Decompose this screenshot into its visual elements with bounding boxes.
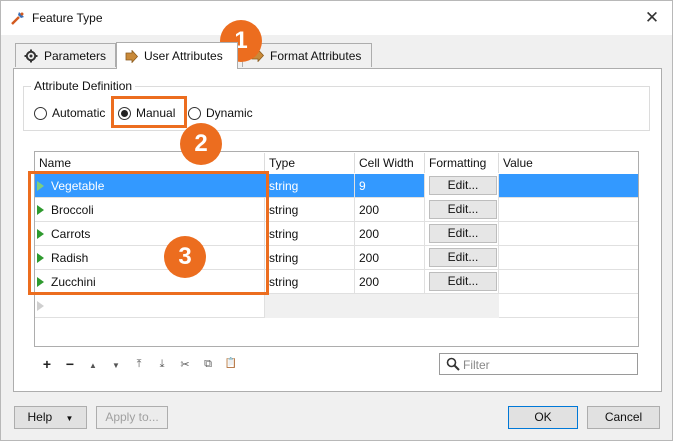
help-button-label: Help [27,410,53,424]
cell-formatting: Edit... [425,270,499,294]
cell-type[interactable]: string [265,246,355,270]
edit-formatting-button[interactable]: Edit... [429,248,497,267]
feature-type-dialog: Feature Type ✕ Parameters User Attribute… [0,0,673,441]
annotation-box-manual [111,96,187,128]
radio-dynamic-circle[interactable] [188,106,201,120]
column-header-cell-width[interactable]: Cell Width [355,153,425,173]
cell-type[interactable]: string [265,198,355,222]
radio-automatic[interactable]: Automatic [34,106,105,120]
cell-value[interactable] [499,294,638,318]
move-top-icon[interactable]: ⤒ [131,358,147,371]
close-icon[interactable]: ✕ [640,6,664,30]
cell-type[interactable]: string [265,222,355,246]
column-header-name[interactable]: Name [35,153,265,173]
cell-formatting: Edit... [425,246,499,270]
remove-icon[interactable]: − [62,356,78,372]
move-down-icon[interactable]: ▼ [108,361,124,370]
cell-value[interactable] [499,270,638,294]
cell-value[interactable] [499,222,638,246]
column-header-type[interactable]: Type [265,153,355,173]
cell-type [265,294,355,318]
feature-type-icon [11,12,24,25]
tab-user-attributes[interactable]: User Attributes [116,42,238,69]
annotation-badge-3: 3 [164,236,206,278]
copy-icon[interactable]: ⧉ [200,358,216,371]
attribute-definition-title: Attribute Definition [31,79,136,93]
cancel-button[interactable]: Cancel [587,406,660,429]
edit-formatting-button[interactable]: Edit... [429,200,497,219]
cell-value[interactable] [499,246,638,270]
cell-name[interactable] [47,294,265,318]
cell-value[interactable] [499,198,638,222]
tab-parameters-label: Parameters [44,48,107,63]
cell-formatting: Edit... [425,198,499,222]
cell-formatting [425,294,499,318]
window-title: Feature Type [32,11,103,25]
cell-width[interactable]: 200 [355,198,425,222]
chevron-down-icon: ▼ [65,414,74,423]
cell-type[interactable]: string [265,270,355,294]
new-attribute-row[interactable] [35,294,638,318]
radio-dynamic[interactable]: Dynamic [188,106,253,120]
tab-user-attributes-label: User Attributes [144,49,223,63]
radio-automatic-label: Automatic [52,106,106,120]
help-button[interactable]: Help ▼ [14,406,87,429]
cut-icon[interactable]: ✂ [177,358,193,371]
cell-type[interactable]: string [265,174,355,198]
ok-button[interactable]: OK [508,406,578,429]
cell-width[interactable]: 200 [355,222,425,246]
edit-formatting-button[interactable]: Edit... [429,176,497,195]
paste-icon[interactable]: 📋 [223,358,239,369]
cell-width[interactable]: 200 [355,270,425,294]
radio-automatic-circle[interactable] [34,106,47,120]
move-up-icon[interactable]: ▲ [85,361,101,370]
add-icon[interactable]: + [39,356,55,372]
expand-arrow-icon [37,301,44,311]
cell-value[interactable] [499,174,638,198]
tab-format-attributes-label: Format Attributes [270,48,362,63]
move-bottom-icon[interactable]: ⤓ [154,358,170,371]
tab-format-attributes[interactable]: Format Attributes [242,43,372,67]
column-header-formatting[interactable]: Formatting [425,153,499,173]
title-bar: Feature Type ✕ [1,1,672,35]
apply-to-button[interactable]: Apply to... [96,406,168,429]
arrow-right-icon [125,49,138,63]
edit-formatting-button[interactable]: Edit... [429,224,497,243]
cell-formatting: Edit... [425,174,499,198]
cell-width [355,294,425,318]
gear-icon [24,49,38,62]
edit-formatting-button[interactable]: Edit... [429,272,497,291]
cell-formatting: Edit... [425,222,499,246]
column-header-value[interactable]: Value [499,153,638,173]
cell-width[interactable]: 9 [355,174,425,198]
annotation-box-names [28,171,269,295]
filter-placeholder: Filter [463,358,490,372]
annotation-badge-2: 2 [180,123,222,165]
cell-width[interactable]: 200 [355,246,425,270]
search-icon [446,357,460,371]
tab-parameters[interactable]: Parameters [15,43,116,67]
radio-dynamic-label: Dynamic [206,106,253,120]
